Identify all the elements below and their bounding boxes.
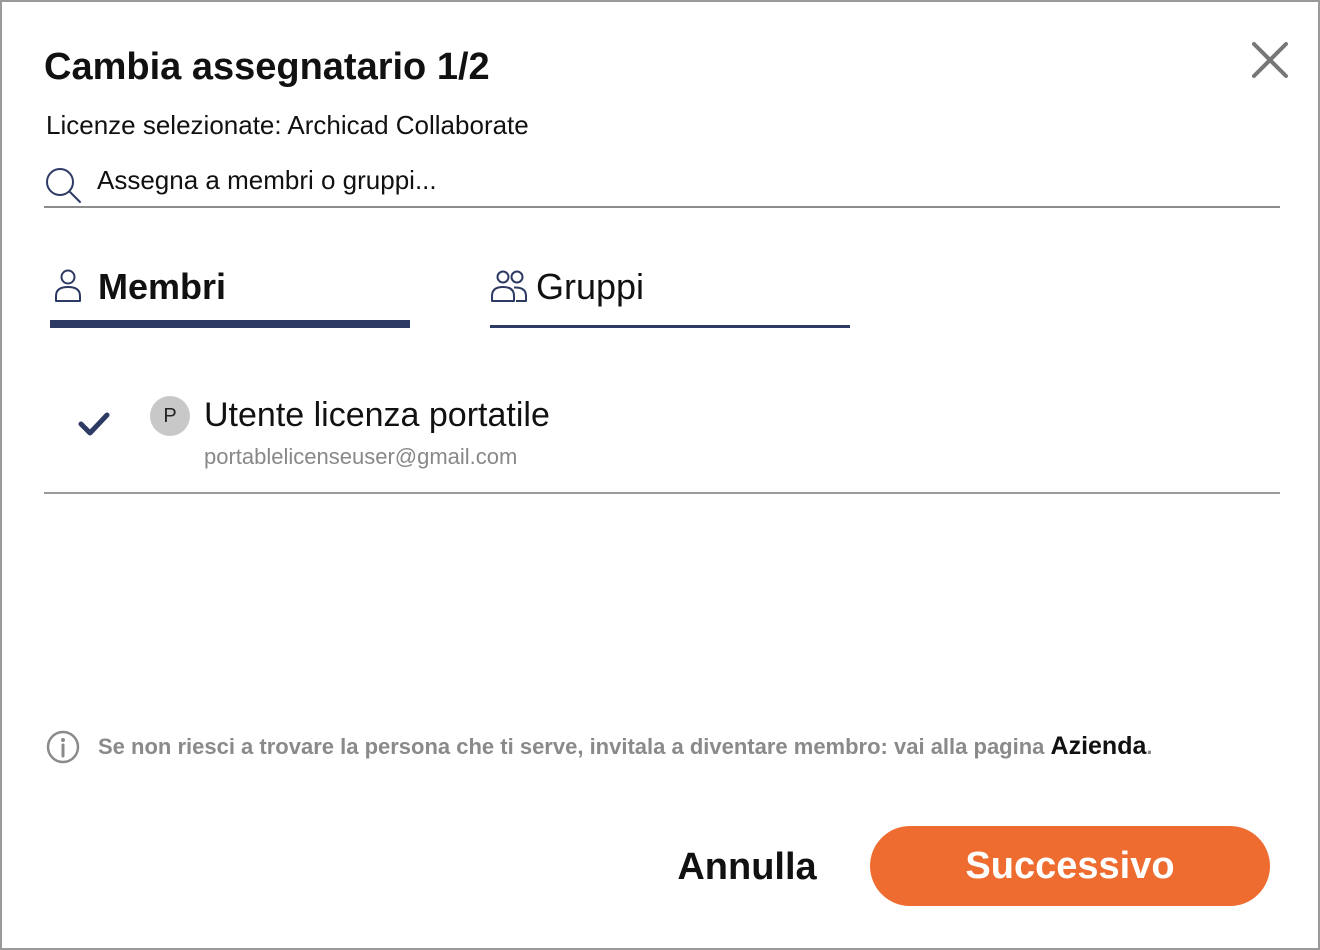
company-page-link[interactable]: Azienda	[1051, 732, 1147, 760]
info-text: Se non riesci a trovare la persona che t…	[98, 732, 1153, 761]
search-field	[44, 160, 1280, 208]
tab-members-label: Membri	[98, 266, 227, 307]
person-icon	[55, 269, 81, 302]
member-list-item[interactable]: P Utente licenza portatile portablelicen…	[44, 382, 1280, 494]
next-button[interactable]: Successivo	[870, 826, 1270, 906]
search-input[interactable]	[97, 160, 1277, 200]
close-icon	[1252, 42, 1288, 78]
checkmark-icon	[78, 412, 110, 436]
tab-groups[interactable]: Gruppi	[490, 260, 850, 328]
dialog-title: Cambia assegnatario 1/2	[44, 46, 490, 88]
info-message-text: Se non riesci a trovare la persona che t…	[98, 734, 1051, 759]
search-icon	[46, 168, 81, 203]
close-button[interactable]	[1246, 36, 1294, 84]
cancel-button[interactable]: Annulla	[664, 832, 830, 902]
tab-groups-label: Gruppi	[536, 266, 645, 307]
member-name: Utente licenza portatile	[204, 396, 550, 434]
info-message-suffix: .	[1146, 734, 1153, 759]
change-assignee-dialog: Cambia assegnatario 1/2 Licenze selezion…	[0, 0, 1320, 950]
member-email: portablelicenseuser@gmail.com	[204, 444, 518, 469]
group-icon	[491, 270, 527, 302]
info-icon	[46, 730, 80, 764]
avatar: P	[150, 396, 190, 436]
tab-members[interactable]: Membri	[50, 260, 410, 328]
selected-licenses-label: Licenze selezionate: Archicad Collaborat…	[46, 110, 529, 140]
